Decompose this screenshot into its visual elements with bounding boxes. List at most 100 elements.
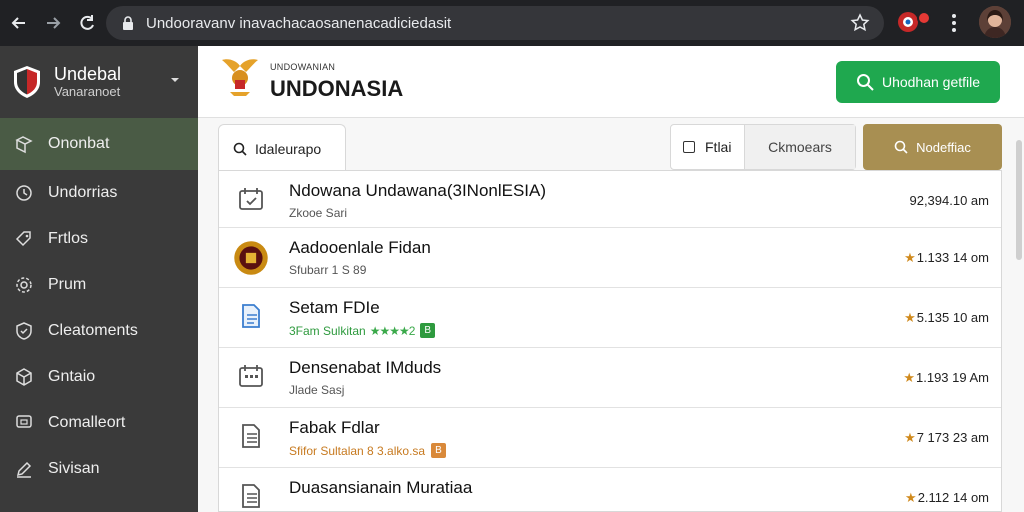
row-title: Ndowana Undawana(3INonlESIA): [289, 181, 547, 200]
list-item[interactable]: Ndowana Undawana(3INonlESIA) Zkooe Sari …: [219, 171, 1001, 228]
row-value-text: 5.135 10 am: [916, 310, 989, 325]
search-icon: [894, 140, 908, 154]
tab-search-label: Idaleurapo: [255, 140, 322, 157]
sidebar-item-label: Comalleort: [48, 414, 126, 431]
list-item[interactable]: Fabak Fdlar Sfifor Sultalan 8 3.alko.sa B…: [219, 408, 1001, 468]
address-bar[interactable]: Undooravanv inavachacaosanenacadiciedasi…: [106, 6, 884, 40]
row-value-text: 1.133 14 om: [916, 250, 989, 265]
sidebar-item-0[interactable]: Ononbat: [0, 118, 198, 170]
results-list: Ndowana Undawana(3INonlESIA) Zkooe Sari …: [218, 170, 1002, 512]
filter-option-button[interactable]: Ckmoears: [745, 125, 855, 169]
row-value-text: 92,394.10 am: [909, 193, 989, 208]
reload-button[interactable]: [72, 8, 102, 38]
tag-icon: [15, 231, 31, 247]
sidebar-item-label: Frtlos: [48, 230, 88, 247]
document-icon: [242, 304, 260, 328]
calendar-check-icon: [239, 188, 263, 210]
star-icon: ★: [905, 490, 917, 505]
profile-avatar[interactable]: [979, 6, 1011, 38]
filter-group: Ftlai Ckmoears: [670, 124, 856, 170]
sidebar-item-3[interactable]: Prum: [0, 262, 198, 308]
gold-action-label: Nodeffiac: [916, 139, 971, 155]
page-header: UNDOWANIAN UNDONASIA Uhodhan getfile: [198, 46, 1024, 118]
sidebar-item-1[interactable]: Undorrias: [0, 170, 198, 216]
star-icon: ★: [904, 250, 916, 265]
sidebar-item-label: Sivisan: [48, 460, 100, 477]
row-value: ★5.135 10 am: [904, 310, 989, 326]
filter-checkbox[interactable]: Ftlai: [671, 125, 745, 169]
row-title: Setam FDIe: [289, 298, 380, 317]
checkbox-icon: [683, 141, 695, 153]
list-item[interactable]: Densenabat IMduds Jlade Sasj ★1.193 19 A…: [219, 348, 1001, 408]
get-file-button[interactable]: Uhodhan getfile: [836, 61, 1000, 103]
row-sub-text: Sfifor Sultalan 8 3.alko.sa: [289, 443, 426, 458]
browser-toolbar: Undooravanv inavachacaosanenacadiciedasi…: [0, 0, 1024, 46]
notification-badge: [917, 11, 931, 25]
status-badge: B: [420, 323, 436, 338]
shield-logo-icon: [14, 66, 40, 98]
sidebar-item-2[interactable]: Frtlos: [0, 216, 198, 262]
tab-search[interactable]: Idaleurapo: [218, 124, 346, 172]
search-icon: [233, 142, 247, 156]
avatar-icon: [979, 6, 1011, 38]
garuda-emblem-icon: [222, 59, 258, 96]
gold-action-button[interactable]: Nodeffiac: [863, 124, 1002, 170]
toolbar-row: Idaleurapo Ftlai Ckmoears Nodeffiac: [218, 124, 1004, 172]
page-scrollbar[interactable]: [1016, 140, 1022, 260]
row-value: ★1.133 14 om: [904, 250, 989, 266]
row-subtitle: 3Fam Sulkitan ★★★★2 B: [289, 323, 436, 338]
search-icon: [856, 74, 874, 91]
cube-icon: [16, 368, 32, 386]
sidebar-item-6[interactable]: Comalleort: [0, 400, 198, 446]
row-title: Aadooenlale Fidan: [289, 238, 431, 257]
star-icon: ★: [904, 310, 916, 325]
file-text-icon: [242, 424, 260, 448]
star-icon: ★: [903, 370, 915, 385]
url-text: Undooravanv inavachacaosanenacadiciedasi…: [146, 14, 452, 32]
row-value: ★2.112 14 om: [905, 490, 989, 506]
row-value-text: 2.112 14 om: [917, 490, 989, 505]
list-item[interactable]: Setam FDIe 3Fam Sulkitan ★★★★2 B ★5.135 10…: [219, 288, 1001, 348]
extension-icon[interactable]: [896, 10, 920, 34]
sidebar-item-label: Ononbat: [48, 135, 110, 152]
sidebar-item-label: Prum: [48, 276, 87, 293]
sidebar-item-4[interactable]: Cleatoments: [0, 308, 198, 354]
bookmark-icon: [15, 136, 33, 154]
sidebar-item-5[interactable]: Gntaio: [0, 354, 198, 400]
row-sub-text: 3Fam Sulkitan: [289, 323, 366, 338]
get-file-label: Uhodhan getfile: [881, 74, 981, 90]
shield-icon: [16, 322, 32, 340]
list-item[interactable]: Aadooenlale Fidan Sfubarr 1 S 89 ★1.133 …: [219, 228, 1001, 288]
emblem-icon: [234, 241, 268, 275]
sidebar-item-label: Cleatoments: [48, 322, 138, 339]
row-subtitle: Sfifor Sultalan 8 3.alko.sa B: [289, 443, 446, 458]
more-vert-icon[interactable]: [944, 12, 964, 34]
row-subtitle: Zkooe Sari: [289, 206, 347, 220]
file-text-icon: [242, 484, 260, 508]
main-content: UNDOWANIAN UNDONASIA Uhodhan getfile Ida…: [198, 46, 1024, 512]
back-button[interactable]: [4, 8, 34, 38]
row-subtitle: Jlade Sasj: [289, 383, 344, 397]
header-kicker: UNDOWANIAN: [270, 62, 336, 72]
brand-switcher[interactable]: Undebal Vanaranoet: [0, 46, 198, 118]
rating-stars: ★★★★2: [369, 323, 416, 338]
monitor-icon: [16, 415, 32, 428]
row-title: Fabak Fdlar: [289, 418, 380, 437]
sidebar-item-label: Undorrias: [48, 184, 118, 201]
list-item[interactable]: Duasansianain Muratiaa ★2.112 14 om: [219, 468, 1001, 512]
status-badge: B: [431, 443, 446, 458]
row-subtitle: Sfubarr 1 S 89: [289, 263, 366, 277]
row-sub-text: Jlade Sasj: [289, 383, 345, 397]
arrow-left-icon: [11, 17, 25, 29]
sidebar: Undebal Vanaranoet Ononbat Undorrias Frt…: [0, 46, 198, 512]
arrow-right-icon: [47, 17, 61, 29]
star-icon: ★: [904, 430, 916, 445]
row-value-text: 7 173 23 am: [916, 430, 989, 445]
gear-icon: [16, 277, 32, 293]
page-title: UNDONASIA: [270, 76, 404, 101]
row-sub-text: Sfubarr 1 S 89: [289, 263, 367, 277]
bookmark-star-icon[interactable]: [850, 13, 870, 33]
forward-button[interactable]: [38, 8, 68, 38]
brand-title: Undebal: [54, 64, 122, 84]
sidebar-item-7[interactable]: Sivisan: [0, 446, 198, 492]
